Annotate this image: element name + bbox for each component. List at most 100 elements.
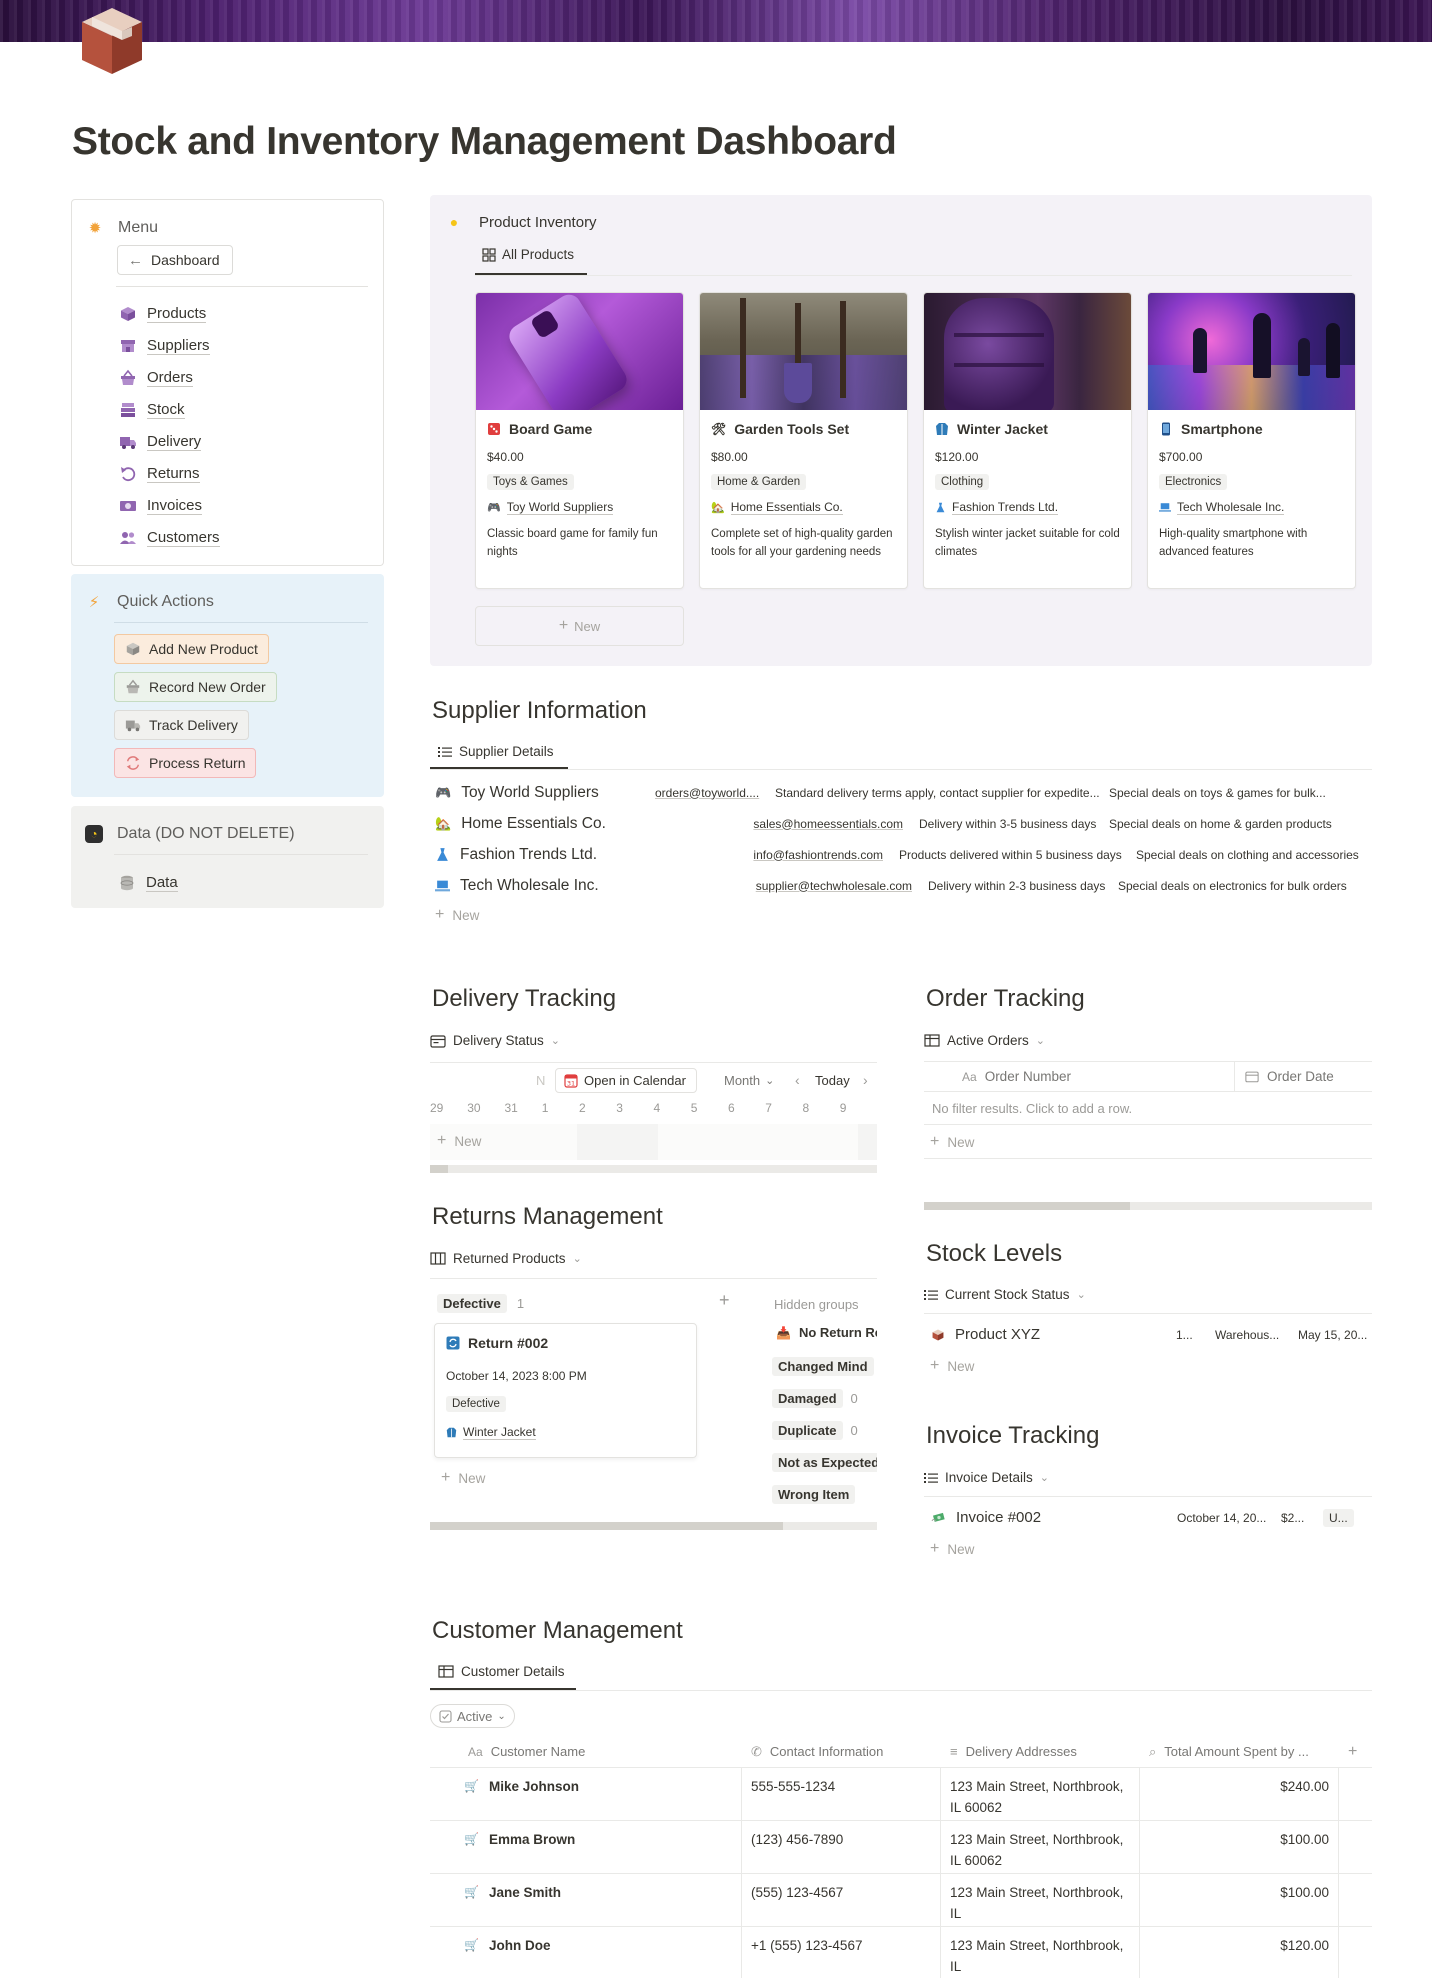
scrollbar-thumb[interactable] xyxy=(430,1522,784,1530)
product-card[interactable]: 🛠 Garden Tools Set $80.00 Home & Garden … xyxy=(699,292,908,589)
customer-address: 123 Main Street, Northbrook, IL xyxy=(941,1927,1140,1978)
sidebar-item-products[interactable]: Products xyxy=(119,298,220,330)
return-card[interactable]: Return #002 October 14, 2023 8:00 PM Def… xyxy=(434,1323,697,1458)
hidden-group-wrong-item[interactable]: Wrong Item xyxy=(772,1485,856,1504)
people-icon xyxy=(120,532,136,544)
product-category-tag: Toys & Games xyxy=(487,474,574,490)
tab-current-stock-status[interactable]: Current Stock Status ⌄ xyxy=(924,1287,1086,1302)
add-card-plus-icon[interactable]: + xyxy=(719,1290,730,1311)
sidebar-item-stock[interactable]: Stock xyxy=(119,394,220,426)
tab-delivery-status[interactable]: Delivery Status ⌄ xyxy=(430,1033,560,1048)
scrollbar-thumb[interactable] xyxy=(924,1202,1131,1210)
table-row[interactable]: 🛒 Mike Johnson 555-555-1234 123 Main Stre… xyxy=(430,1768,1372,1821)
hidden-group-no-return[interactable]: 📥 No Return Re xyxy=(776,1325,877,1340)
chevron-left-icon[interactable]: ‹ xyxy=(795,1072,800,1088)
column-header-address[interactable]: ≡ Delivery Addresses xyxy=(941,1736,1140,1767)
product-card[interactable]: Winter Jacket $120.00 Clothing Fashion T… xyxy=(923,292,1132,589)
product-supplier[interactable]: Tech Wholesale Inc. xyxy=(1159,500,1285,515)
product-image xyxy=(924,293,1131,410)
sidebar-item-customers[interactable]: Customers xyxy=(119,522,220,554)
product-category-tag: Clothing xyxy=(935,474,990,490)
return-card-product[interactable]: Winter Jacket xyxy=(446,1425,536,1440)
sidebar-item-returns[interactable]: Returns xyxy=(119,458,220,490)
dashboard-button[interactable]: ← Dashboard xyxy=(117,245,233,275)
orders-empty-state[interactable]: No filter results. Click to add a row. xyxy=(924,1092,1372,1125)
customer-contact[interactable]: +1 (555) 123-4567 xyxy=(742,1927,941,1978)
today-button[interactable]: Today xyxy=(815,1073,850,1088)
data-link[interactable]: Data xyxy=(118,867,178,899)
table-row[interactable]: 🛒 John Doe +1 (555) 123-4567 123 Main Str… xyxy=(430,1927,1372,1978)
new-order-button[interactable]: + New xyxy=(930,1133,974,1151)
invoice-name-text: Invoice #002 xyxy=(956,1509,1042,1526)
supplier-row[interactable]: Tech Wholesale Inc. supplier@techwholesa… xyxy=(435,870,1365,901)
sidebar-item-suppliers[interactable]: Suppliers xyxy=(119,330,220,362)
column-header-contact[interactable]: ✆ Contact Information xyxy=(742,1736,941,1767)
board-group-defective[interactable]: Defective 1 xyxy=(437,1294,524,1313)
supplier-row[interactable]: 🏡 Home Essentials Co. sales@homeessential… xyxy=(435,808,1365,839)
chevron-right-icon[interactable]: › xyxy=(863,1072,868,1088)
sidebar-item-delivery[interactable]: Delivery xyxy=(119,426,220,458)
tab-invoice-details[interactable]: Invoice Details ⌄ xyxy=(924,1470,1049,1485)
tab-returned-products[interactable]: Returned Products ⌄ xyxy=(430,1251,582,1266)
supplier-email[interactable]: sales@homeessentials.com xyxy=(655,817,919,831)
sidebar-item-invoices[interactable]: Invoices xyxy=(119,490,220,522)
supplier-email[interactable]: info@fashiontrends.com xyxy=(655,848,899,862)
supplier-row[interactable]: 🎮 Toy World Suppliers orders@toyworld....… xyxy=(435,777,1365,808)
truck-icon xyxy=(120,437,136,449)
column-header-total[interactable]: ⌕ Total Amount Spent by ... xyxy=(1140,1736,1339,1767)
new-product-button[interactable]: + New xyxy=(475,606,684,646)
scrollbar-thumb[interactable] xyxy=(430,1165,448,1173)
delivery-scrollbar[interactable] xyxy=(430,1165,877,1173)
customer-contact[interactable]: (123) 456-7890 xyxy=(742,1821,941,1873)
product-price: $120.00 xyxy=(935,450,979,464)
track-delivery-button[interactable]: Track Delivery xyxy=(114,710,249,740)
hidden-group-damaged[interactable]: Damaged 0 xyxy=(772,1389,858,1408)
new-delivery-button[interactable]: + New xyxy=(437,1132,481,1150)
column-header-order-date[interactable]: Order Date xyxy=(1235,1062,1334,1091)
supplier-email[interactable]: orders@toyworld.... xyxy=(655,786,769,800)
mobile-phone-icon xyxy=(1162,422,1170,436)
tab-supplier-details[interactable]: Supplier Details xyxy=(438,744,554,759)
sidebar-item-orders[interactable]: Orders xyxy=(119,362,220,394)
column-header-order-number[interactable]: Aa Order Number xyxy=(924,1062,1235,1091)
product-card[interactable]: Board Game $40.00 Toys & Games 🎮 Toy Wor… xyxy=(475,292,684,589)
record-new-order-button[interactable]: Record New Order xyxy=(114,672,277,702)
add-new-product-button[interactable]: Add New Product xyxy=(114,634,269,664)
tab-active-orders[interactable]: Active Orders ⌄ xyxy=(924,1033,1045,1048)
hidden-group-not-as-expected[interactable]: Not as Expected xyxy=(772,1453,877,1472)
customer-contact[interactable]: 555-555-1234 xyxy=(742,1768,941,1820)
invoice-row[interactable]: Invoice #002 October 14, 20... $2... U..… xyxy=(924,1502,1372,1533)
table-row[interactable]: 🛒 Emma Brown (123) 456-7890 123 Main Stre… xyxy=(430,1821,1372,1874)
new-supplier-button[interactable]: + New xyxy=(435,906,479,924)
process-return-button[interactable]: Process Return xyxy=(114,748,257,778)
orders-scrollbar[interactable] xyxy=(924,1202,1372,1210)
add-column-plus-icon[interactable]: + xyxy=(1339,1736,1372,1767)
open-in-calendar-button[interactable]: 31 Open in Calendar xyxy=(555,1068,697,1093)
column-label: Customer Name xyxy=(490,1744,586,1759)
house-icon: 🏡 xyxy=(435,815,452,831)
customer-contact[interactable]: (555) 123-4567 xyxy=(742,1874,941,1926)
table-row[interactable]: 🛒 Jane Smith (555) 123-4567 123 Main Stre… xyxy=(430,1874,1372,1927)
new-return-button[interactable]: + New xyxy=(441,1469,485,1487)
new-stock-button[interactable]: + New xyxy=(930,1357,974,1375)
stock-warehouse: Warehous... xyxy=(1215,1327,1280,1342)
lightning-icon: ⚡ xyxy=(88,594,100,611)
column-header-customer-name[interactable]: Aa Customer Name xyxy=(430,1736,742,1767)
product-supplier[interactable]: 🎮 Toy World Suppliers xyxy=(487,500,614,515)
supplier-row[interactable]: Fashion Trends Ltd. info@fashiontrends.c… xyxy=(435,839,1365,870)
tab-all-products[interactable]: All Products xyxy=(482,247,574,262)
tab-customer-details[interactable]: Customer Details xyxy=(438,1664,565,1679)
hidden-group-changed-mind[interactable]: Changed Mind xyxy=(772,1357,874,1376)
coat-icon xyxy=(936,423,948,435)
month-select[interactable]: Month ⌄ xyxy=(724,1073,774,1088)
returns-scrollbar[interactable] xyxy=(430,1522,877,1530)
product-supplier[interactable]: 🏡 Home Essentials Co. xyxy=(711,500,843,515)
new-invoice-button[interactable]: + New xyxy=(930,1540,974,1558)
supplier-email[interactable]: supplier@techwholesale.com xyxy=(655,879,928,893)
hidden-group-duplicate[interactable]: Duplicate 0 xyxy=(772,1421,858,1440)
stock-row[interactable]: Product XYZ 1... Warehous... May 15, 20.… xyxy=(924,1319,1372,1350)
sidebar-item-label: Customers xyxy=(147,529,220,547)
product-supplier[interactable]: Fashion Trends Ltd. xyxy=(935,500,1059,515)
product-card[interactable]: Smartphone $700.00 Electronics Tech Whol… xyxy=(1147,292,1356,589)
active-filter-pill[interactable]: Active ⌄ xyxy=(430,1704,515,1728)
